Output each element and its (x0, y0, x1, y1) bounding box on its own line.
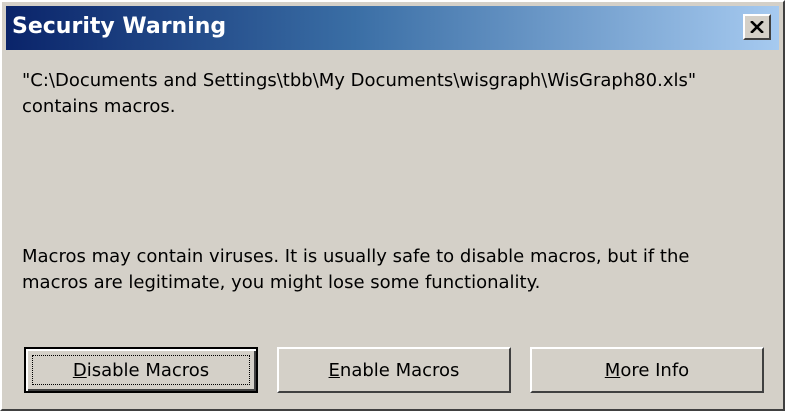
disable-macros-button[interactable]: Disable Macros (24, 347, 258, 393)
enable-macros-button[interactable]: Enable Macros (277, 347, 511, 393)
file-path-text: "C:\Documents and Settings\tbb\My Docume… (22, 70, 697, 91)
warning-line-2: macros are legitimate, you might lose so… (22, 272, 541, 293)
security-warning-dialog: Security Warning "C:\Documents and Setti… (0, 0, 785, 411)
close-icon (750, 21, 764, 33)
more-info-button[interactable]: More Info (530, 347, 764, 393)
more-info-label: More Info (604, 359, 690, 381)
warning-line-1: Macros may contain viruses. It is usuall… (22, 246, 690, 267)
contains-macros-text: contains macros. (22, 96, 176, 117)
macro-file-message: "C:\Documents and Settings\tbb\My Docume… (22, 68, 762, 120)
virus-warning-message: Macros may contain viruses. It is usuall… (22, 244, 762, 296)
dialog-title: Security Warning (12, 14, 227, 39)
enable-macros-label: Enable Macros (328, 359, 460, 381)
title-bar[interactable]: Security Warning (6, 6, 779, 50)
close-button[interactable] (743, 14, 771, 40)
disable-macros-label: Disable Macros (72, 359, 210, 381)
